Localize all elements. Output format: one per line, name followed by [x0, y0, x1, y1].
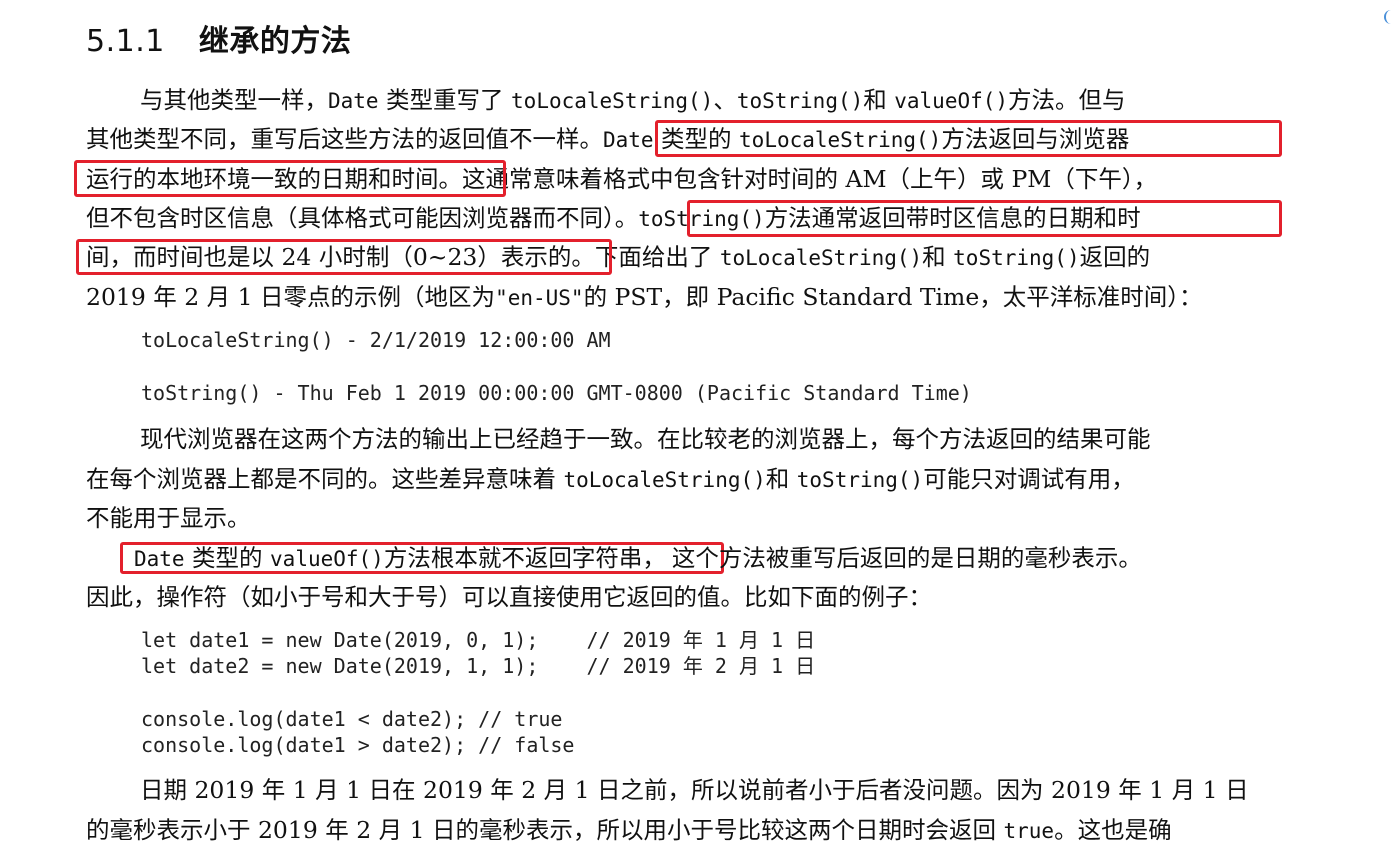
para4-line1: 日期 2019 年 1 月 1 日在 2019 年 2 月 1 日之前，所以说前…: [140, 776, 1249, 804]
code-inline: toString(): [953, 246, 1080, 270]
code-inline: true: [1003, 819, 1055, 843]
code-inline: valueOf(): [894, 89, 1009, 113]
code-block-line: console.log(date1 > date2); // false: [141, 733, 575, 757]
code-inline: toLocaleString(): [719, 246, 923, 270]
code-inline: Date: [328, 89, 379, 113]
scrollbar-indicator[interactable]: [1384, 10, 1392, 24]
section-number: 5.1.1: [86, 24, 165, 59]
code-inline: valueOf(): [270, 547, 384, 571]
highlight-box: [76, 239, 612, 275]
section-heading: 5.1.1 继承的方法: [86, 16, 351, 60]
code-inline: toString(): [796, 468, 924, 492]
code-block-line: let date2 = new Date(2019, 1, 1); // 201…: [141, 654, 816, 678]
para3-line1: Date 类型的 valueOf()方法根本就不返回字符串， 这个方法被重写后返回…: [134, 544, 1142, 572]
code-inline: "en-US": [495, 286, 584, 310]
para4-line2: 的毫秒表示小于 2019 年 2 月 1 日的毫秒表示，所以用小于号比较这两个日…: [86, 816, 1172, 844]
code-inline: toString(): [736, 89, 864, 113]
code-inline: Date: [134, 547, 185, 571]
code-example-line: toLocaleString() - 2/1/2019 12:00:00 AM: [141, 328, 611, 352]
code-block-line: let date1 = new Date(2019, 0, 1); // 201…: [141, 628, 816, 652]
para2-line3: 不能用于显示。: [86, 504, 251, 532]
highlight-box: [687, 200, 1282, 237]
highlight-box: [74, 160, 506, 197]
code-block-line: console.log(date1 < date2); // true: [141, 707, 563, 731]
code-inline: toLocaleString(): [563, 468, 766, 492]
section-title: 继承的方法: [198, 24, 352, 59]
code-example-line: toString() - Thu Feb 1 2019 00:00:00 GMT…: [141, 381, 972, 405]
code-inline: Date: [603, 128, 654, 152]
para3-line2: 因此，操作符（如小于号和大于号）可以直接使用它返回的值。比如下面的例子：: [86, 583, 932, 611]
para1-line1: 与其他类型一样，Date 类型重写了 toLocaleString()、toSt…: [140, 86, 1126, 114]
code-inline: toLocaleString(): [511, 89, 714, 113]
para2-line1: 现代浏览器在这两个方法的输出上已经趋于一致。在比较老的浏览器上，每个方法返回的结…: [140, 425, 1151, 453]
para1-line6: 2019 年 2 月 1 日零点的示例（地区为"en-US"的 PST，即 Pa…: [86, 283, 1203, 311]
highlight-box: [655, 120, 1282, 157]
para2-line2: 在每个浏览器上都是不同的。这些差异意味着 toLocaleString()和 t…: [86, 465, 1135, 493]
